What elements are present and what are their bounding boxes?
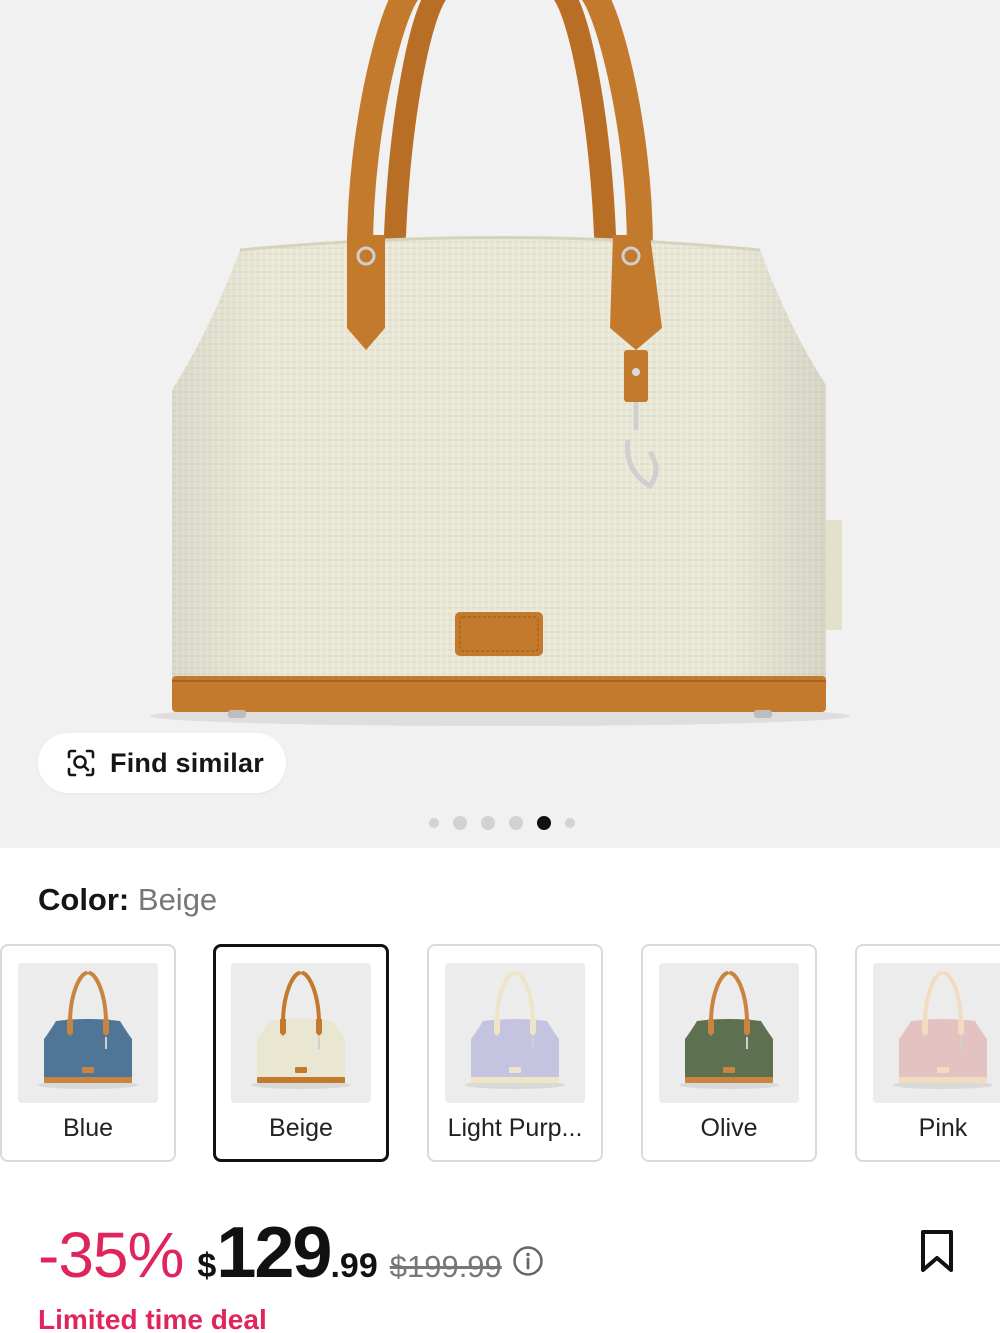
color-heading: Color: Beige <box>38 882 217 918</box>
carousel-dot[interactable] <box>564 818 575 828</box>
color-heading-key: Color: <box>38 882 130 917</box>
carousel-dot-active[interactable] <box>536 816 551 830</box>
carousel-dot[interactable] <box>428 818 439 828</box>
find-similar-label: Find similar <box>110 747 264 778</box>
color-option-label: Blue <box>62 1114 114 1142</box>
product-image <box>150 0 850 726</box>
carousel-dot[interactable] <box>452 816 467 830</box>
image-search-icon <box>67 749 95 777</box>
color-option-label: Olive <box>700 1114 758 1142</box>
color-option-thumbnail <box>18 963 158 1103</box>
color-option-thumbnail <box>445 963 585 1103</box>
bookmark-icon[interactable] <box>918 1228 956 1274</box>
carousel-dot[interactable] <box>508 816 523 830</box>
color-option-thumbnail <box>231 963 371 1103</box>
color-option-olive[interactable]: Olive <box>641 944 817 1162</box>
color-option-thumbnail <box>873 963 1000 1103</box>
color-option-thumbnail <box>659 963 799 1103</box>
carousel-dot[interactable] <box>480 816 495 830</box>
info-icon[interactable] <box>512 1245 544 1277</box>
carousel-indicator <box>0 815 1000 831</box>
original-price: $199.99 <box>389 1249 502 1284</box>
price-currency: $ <box>197 1247 217 1285</box>
price-decimal: .99 <box>330 1247 378 1285</box>
price-row: -35% $ 129 .99 $199.99 <box>38 1212 544 1302</box>
color-option-label: Beige <box>269 1114 333 1142</box>
color-option-blue[interactable]: Blue <box>0 944 176 1162</box>
color-swatch-list: Blue Beige Light Purp... Olive Pink <box>0 944 1000 1164</box>
color-option-label: Pink <box>918 1114 968 1142</box>
limited-time-deal-label: Limited time deal <box>38 1304 267 1333</box>
color-option-beige[interactable]: Beige <box>213 944 389 1162</box>
product-image-carousel[interactable]: Find similar <box>0 0 1000 848</box>
find-similar-button[interactable]: Find similar <box>38 733 286 793</box>
color-option-pink[interactable]: Pink <box>855 944 1000 1162</box>
discount-percent: -35% <box>38 1219 184 1291</box>
color-option-light-purple[interactable]: Light Purp... <box>427 944 603 1162</box>
color-selected-value: Beige <box>137 882 218 917</box>
price-integer: 129 <box>216 1213 332 1293</box>
color-option-label: Light Purp... <box>447 1114 583 1142</box>
